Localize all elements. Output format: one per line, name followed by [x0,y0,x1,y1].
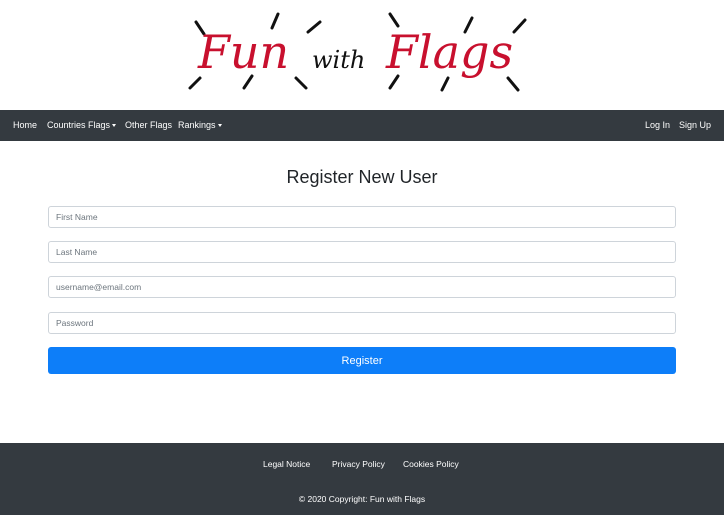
nav-countries-flags-dropdown[interactable]: Countries Flags [47,110,117,141]
nav-home[interactable]: Home [13,110,37,141]
nav-sign-up[interactable]: Sign Up [679,110,711,141]
caret-down-icon [217,123,222,127]
footer-privacy-policy-link[interactable]: Privacy Policy [332,459,385,469]
footer: Legal Notice Privacy Policy Cookies Poli… [0,443,724,515]
nav-log-in[interactable]: Log In [645,110,670,141]
logo-header: Fun with Flags [0,0,724,110]
nav-rankings-label: Rankings [178,120,216,130]
logo-word-flags: Flags [385,25,513,79]
last-name-field[interactable] [48,241,676,263]
footer-copyright: © 2020 Copyright: Fun with Flags [298,494,426,504]
nav-other-flags[interactable]: Other Flags [125,110,172,141]
register-button[interactable]: Register [48,347,676,374]
nav-rankings-dropdown[interactable]: Rankings [178,110,222,141]
logo-word-fun: Fun [197,25,289,79]
footer-legal-notice-link[interactable]: Legal Notice [263,459,310,469]
page-title: Register New User [286,167,438,187]
caret-down-icon [112,123,117,127]
top-navbar: Home Countries Flags Other Flags Ranking… [0,110,724,141]
fun-with-flags-logo: Fun with Flags [188,12,527,92]
logo-word-with: with [312,46,365,74]
email-field[interactable] [48,276,676,298]
nav-countries-flags-label: Countries Flags [47,120,111,130]
password-field[interactable] [48,312,676,334]
first-name-field[interactable] [48,206,676,228]
footer-cookies-policy-link[interactable]: Cookies Policy [403,459,459,469]
